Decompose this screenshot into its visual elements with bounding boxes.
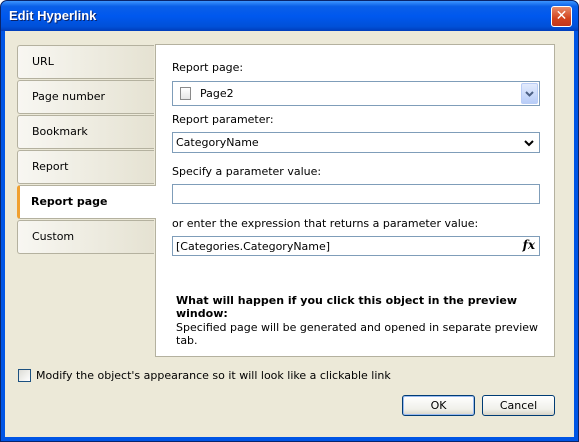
expression-label: or enter the expression that returns a p… [172, 217, 479, 230]
modify-appearance-label[interactable]: Modify the object's appearance so it wil… [36, 369, 391, 382]
param-value-label: Specify a parameter value: [172, 165, 322, 178]
dialog-window: Edit Hyperlink ✕ URL Page number Bookmar… [0, 0, 579, 442]
report-page-dropdown-button[interactable] [521, 83, 538, 104]
page-icon [180, 87, 191, 100]
close-button[interactable]: ✕ [551, 6, 572, 27]
info-heading: What will happen if you click this objec… [176, 294, 518, 320]
expression-value: [Categories.CategoryName] [176, 240, 331, 253]
function-editor-icon[interactable]: fx [523, 238, 535, 252]
tab-custom[interactable]: Custom [17, 220, 154, 254]
modify-appearance-checkbox[interactable] [18, 369, 31, 382]
tab-url[interactable]: URL [17, 45, 154, 79]
tab-label: Report page [31, 195, 108, 208]
tab-report[interactable]: Report [17, 150, 154, 184]
tab-label: Bookmark [32, 125, 88, 138]
title-bar[interactable]: Edit Hyperlink ✕ [1, 1, 578, 31]
report-page-panel: Report page: Page2 Report parameter: Cat… [155, 44, 555, 357]
tab-report-page[interactable]: Report page [17, 185, 156, 219]
ok-button[interactable]: OK [402, 395, 475, 416]
dialog-client: URL Page number Bookmark Report Report p… [5, 31, 574, 437]
report-parameter-select[interactable]: CategoryName [172, 132, 540, 153]
tab-label: Report [32, 160, 69, 173]
chevron-down-icon [525, 91, 534, 97]
report-page-select[interactable]: Page2 [172, 81, 540, 106]
info-text: Specified page will be generated and ope… [176, 321, 539, 347]
report-parameter-value: CategoryName [176, 136, 259, 149]
tab-label: URL [32, 55, 54, 68]
cancel-button[interactable]: Cancel [482, 395, 555, 416]
window-title: Edit Hyperlink [9, 8, 97, 23]
report-page-value: Page2 [200, 87, 234, 100]
chevron-down-icon[interactable] [521, 133, 537, 152]
tab-page-number[interactable]: Page number [17, 80, 154, 114]
expression-input[interactable]: [Categories.CategoryName] fx [172, 236, 540, 256]
param-value-input[interactable] [172, 184, 540, 204]
tab-bookmark[interactable]: Bookmark [17, 115, 154, 149]
report-parameter-label: Report parameter: [172, 113, 274, 126]
tab-label: Custom [32, 230, 75, 243]
close-icon: ✕ [555, 8, 568, 24]
tab-label: Page number [32, 90, 106, 103]
report-page-label: Report page: [172, 61, 244, 74]
